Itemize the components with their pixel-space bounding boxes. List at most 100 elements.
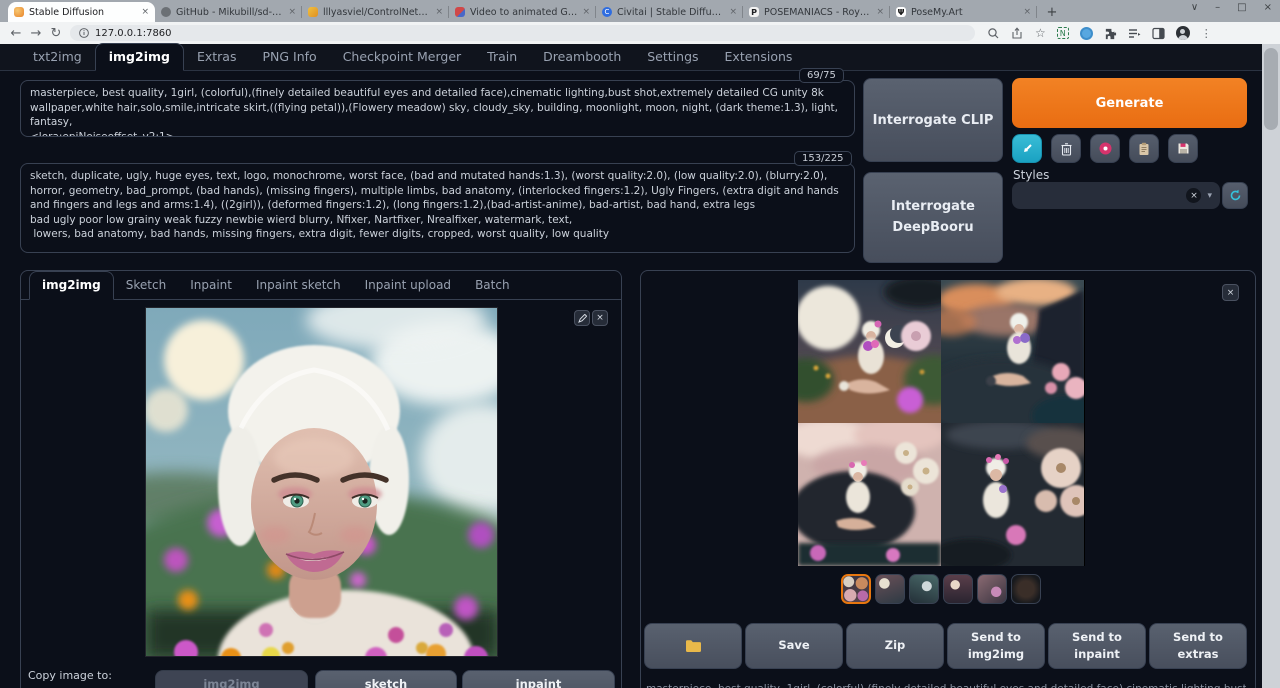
browser-menu-dots-icon[interactable]: ⋮ — [1201, 27, 1212, 40]
reading-list-icon[interactable] — [1128, 27, 1141, 40]
tab-extras[interactable]: Extras — [184, 44, 250, 70]
tab-search-caret-icon[interactable]: ∨ — [1191, 2, 1198, 13]
gallery-close-button[interactable]: × — [1222, 284, 1239, 301]
browser-tab-civitai[interactable]: C Civitai | Stable Diffusion model × — [596, 2, 743, 22]
browser-tab-stable-diffusion[interactable]: Stable Diffusion × — [8, 2, 155, 22]
send-to-img2img-button[interactable]: Send to img2img — [947, 623, 1045, 669]
thumbnail-1[interactable] — [841, 574, 871, 604]
thumbnail-2[interactable] — [875, 574, 905, 604]
apply-style-button[interactable] — [1129, 134, 1159, 163]
paste-generation-params-button[interactable] — [1012, 134, 1042, 163]
tab-extensions[interactable]: Extensions — [712, 44, 806, 70]
gallery-grid-image[interactable] — [798, 280, 1085, 566]
extensions-puzzle-icon[interactable] — [1104, 27, 1117, 40]
side-panel-icon[interactable] — [1152, 27, 1165, 40]
thumbnail-5[interactable] — [977, 574, 1007, 604]
subtab-inpaint-sketch[interactable]: Inpaint sketch — [244, 272, 353, 299]
blue-extension-icon[interactable] — [1080, 27, 1093, 40]
output-gallery-panel: × — [640, 270, 1256, 688]
copy-to-img2img-button[interactable]: img2img — [155, 670, 308, 688]
subtab-sketch[interactable]: Sketch — [114, 272, 178, 299]
bookmark-star-icon[interactable]: ☆ — [1035, 26, 1046, 40]
preview-toolbar: × — [574, 310, 608, 326]
save-style-button[interactable] — [1168, 134, 1198, 163]
forward-icon[interactable]: → — [26, 26, 46, 41]
generation-info-text: masterpiece, best quality, 1girl, (color… — [646, 683, 1246, 688]
back-icon[interactable]: ← — [6, 26, 26, 41]
window-maximize-icon[interactable]: □ — [1237, 2, 1246, 13]
app-window: Stable Diffusion × GitHub - Mikubill/sd-… — [0, 0, 1280, 688]
styles-dropdown[interactable]: × ▾ — [1012, 182, 1220, 209]
send-to-extras-button[interactable]: Send to extras — [1149, 623, 1247, 669]
tab-dreambooth[interactable]: Dreambooth — [530, 44, 634, 70]
subtab-img2img[interactable]: img2img — [29, 271, 114, 300]
tab-close-icon[interactable]: × — [288, 7, 296, 17]
clipboard-icon — [1138, 142, 1150, 156]
tab-close-icon[interactable]: × — [141, 7, 149, 17]
subtab-inpaint[interactable]: Inpaint — [178, 272, 244, 299]
new-tab-button[interactable]: + — [1043, 3, 1061, 21]
extra-networks-button[interactable] — [1090, 134, 1120, 163]
zoom-icon[interactable] — [987, 27, 1000, 40]
gallery-image-1[interactable] — [798, 280, 941, 423]
url-bar[interactable]: 127.0.0.1:7860 — [70, 25, 975, 41]
generate-button[interactable]: Generate — [1012, 78, 1247, 128]
copy-to-sketch-button[interactable]: sketch — [315, 670, 457, 688]
posemyart-favicon: Ψ — [896, 7, 906, 17]
thumbnail-3[interactable] — [909, 574, 939, 604]
interrogate-clip-button[interactable]: Interrogate CLIP — [863, 78, 1003, 162]
scrollbar-thumb[interactable] — [1264, 48, 1278, 130]
tab-txt2img[interactable]: txt2img — [20, 44, 95, 70]
clear-prompt-button[interactable] — [1051, 134, 1081, 163]
browser-tab-github[interactable]: GitHub - Mikubill/sd-webui-con × — [155, 2, 302, 22]
reload-icon[interactable]: ↻ — [46, 26, 66, 41]
gallery-image-2[interactable] — [941, 280, 1084, 423]
extra-networks-icon — [1098, 141, 1113, 156]
styles-clear-icon[interactable]: × — [1186, 188, 1201, 203]
page-scrollbar[interactable] — [1262, 44, 1280, 688]
tab-settings[interactable]: Settings — [634, 44, 711, 70]
interrogate-deepbooru-button[interactable]: Interrogate DeepBooru — [863, 172, 1003, 263]
clear-image-button[interactable]: × — [592, 310, 608, 326]
open-folder-button[interactable] — [644, 623, 742, 669]
tab-checkpoint-merger[interactable]: Checkpoint Merger — [330, 44, 474, 70]
subtab-inpaint-upload[interactable]: Inpaint upload — [353, 272, 463, 299]
thumbnail-4[interactable] — [943, 574, 973, 604]
refresh-styles-button[interactable] — [1222, 182, 1248, 209]
subtab-batch[interactable]: Batch — [463, 272, 522, 299]
tab-close-icon[interactable]: × — [729, 7, 737, 17]
gallery-image-4[interactable] — [941, 423, 1084, 566]
prompt-input[interactable]: masterpiece, best quality, 1girl, (color… — [20, 80, 855, 137]
tab-png-info[interactable]: PNG Info — [249, 44, 329, 70]
window-minimize-icon[interactable]: – — [1215, 2, 1220, 13]
tab-close-icon[interactable]: × — [876, 7, 884, 17]
gallery-image-3[interactable] — [798, 423, 941, 566]
diagonal-arrow-icon — [1021, 142, 1034, 155]
tab-img2img[interactable]: img2img — [95, 43, 184, 71]
send-to-inpaint-button[interactable]: Send to inpaint — [1048, 623, 1146, 669]
notion-extension-icon[interactable]: N — [1057, 27, 1069, 39]
site-info-icon[interactable] — [79, 28, 89, 38]
browser-tab-posemaniacs[interactable]: P POSEMANIACS - Royalty free 3 × — [743, 2, 890, 22]
copy-image-to-label: Copy image to: — [28, 669, 112, 682]
share-icon[interactable] — [1011, 27, 1024, 40]
browser-tab-gif-converter[interactable]: Video to animated GIF converter × — [449, 2, 596, 22]
browser-tab-title: POSEMANIACS - Royalty free 3 — [764, 7, 871, 18]
window-close-icon[interactable]: × — [1264, 2, 1272, 13]
tab-close-icon[interactable]: × — [1023, 7, 1031, 17]
thumbnail-6[interactable] — [1011, 574, 1041, 604]
github-favicon — [161, 7, 171, 17]
save-button[interactable]: Save — [745, 623, 843, 669]
negative-prompt-input[interactable]: sketch, duplicate, ugly, huge eyes, text… — [20, 163, 855, 253]
tab-close-icon[interactable]: × — [435, 7, 443, 17]
gallery-thumbnails — [841, 574, 1041, 604]
edit-image-button[interactable] — [574, 310, 590, 326]
zip-button[interactable]: Zip — [846, 623, 944, 669]
tab-train[interactable]: Train — [474, 44, 530, 70]
copy-to-inpaint-button[interactable]: inpaint — [462, 670, 615, 688]
browser-tab-controlnet[interactable]: lllyasviel/ControlNet at main × — [302, 2, 449, 22]
browser-tab-posemyart[interactable]: Ψ PoseMy.Art × — [890, 2, 1037, 22]
source-image-preview[interactable] — [145, 307, 498, 657]
tab-close-icon[interactable]: × — [582, 7, 590, 17]
profile-avatar[interactable] — [1176, 26, 1190, 40]
